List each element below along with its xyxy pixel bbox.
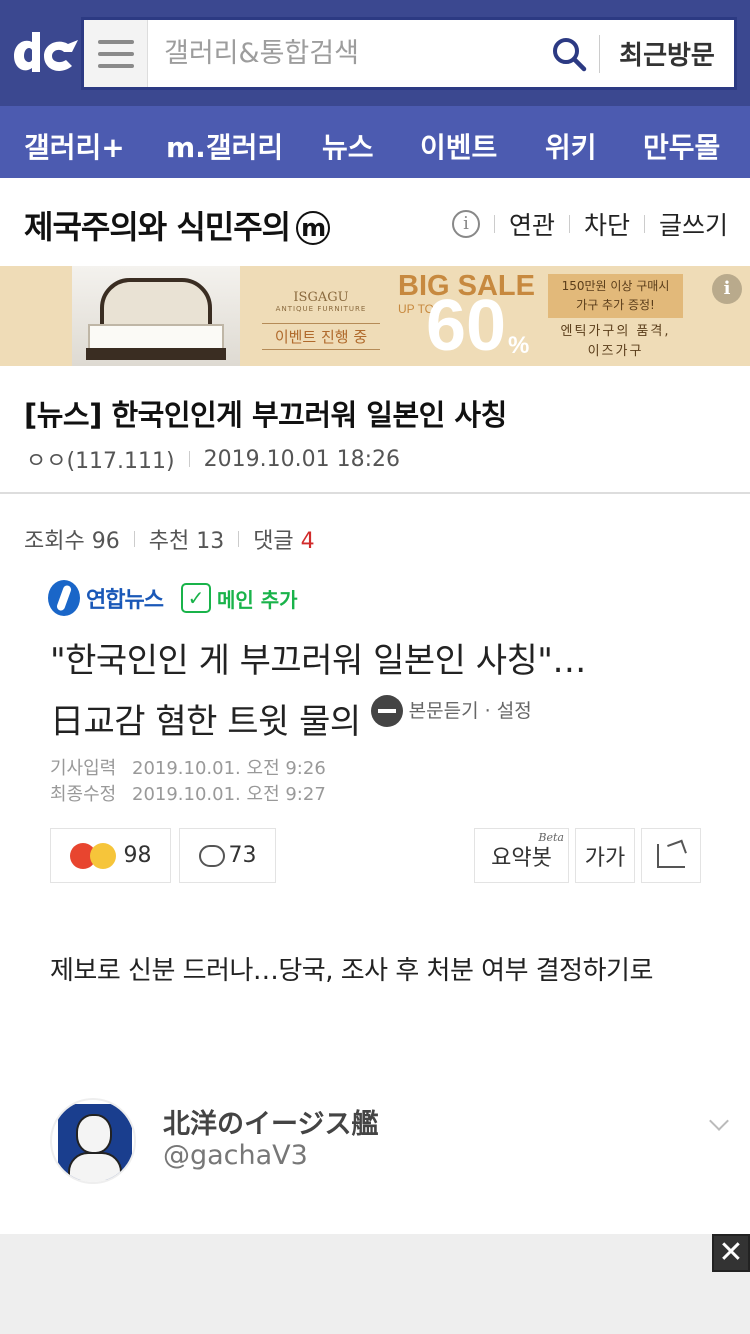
news-source-row: 연합뉴스 ✓ 메인 추가: [48, 580, 298, 616]
headline-line1: "한국인인 게 부끄러워 일본인 사칭"…: [50, 641, 586, 681]
divider: [133, 531, 135, 547]
nav-news[interactable]: 뉴스: [322, 126, 374, 166]
gallery-title[interactable]: 제국주의와 식민주의 m: [24, 202, 331, 248]
share-box: [641, 828, 701, 883]
divider: [568, 215, 570, 233]
news-headline: "한국인인 게 부끄러워 일본인 사칭"… 日교감 혐한 트윗 물의 본문듣기 ·…: [50, 636, 730, 747]
menu-button[interactable]: [84, 20, 148, 87]
nav-wiki[interactable]: 위키: [545, 126, 597, 166]
ad-promo-line1: 150만원 이상 구매시: [561, 279, 670, 293]
post-author[interactable]: ㅇㅇ(117.111): [26, 443, 175, 475]
nav-mandumall[interactable]: 만두몰: [643, 126, 720, 166]
ad-tagline1: 엔틱가구의 품격,: [560, 324, 671, 339]
nav-gallery-plus[interactable]: 갤러리+: [24, 126, 125, 166]
comment-box: 73: [179, 828, 276, 883]
comment-label: 댓글: [253, 529, 294, 554]
main-nav: 갤러리+ m.갤러리 뉴스 이벤트 위키 만두몰: [0, 106, 750, 178]
ad-brand: ISGAGU: [293, 290, 349, 305]
modified-date: 2019.10.01. 오전 9:27: [132, 784, 326, 805]
hamburger-icon: [97, 39, 134, 68]
divider: [0, 492, 750, 494]
ad-event-text: 이벤트 진행 중: [262, 323, 380, 350]
top-header: 최근방문: [0, 0, 750, 106]
news-subhead: 제보로 신분 드러나…당국, 조사 후 처분 여부 결정하기로: [50, 956, 653, 986]
font-size-label: 가가: [584, 845, 626, 871]
search-input[interactable]: [148, 20, 539, 87]
comment-count[interactable]: 댓글 4: [253, 523, 314, 555]
recommend-count: 추천 13: [148, 529, 225, 554]
yonhap-logo-icon: [48, 580, 80, 616]
ad-promo-line2: 가구 추가 증정!: [576, 298, 655, 312]
ad-promo: 150만원 이상 구매시 가구 추가 증정!: [548, 274, 683, 318]
close-ad-button[interactable]: ✕: [712, 1234, 750, 1272]
news-source: 연합뉴스: [86, 588, 164, 613]
post-title: [뉴스] 한국인인게 부끄러워 일본인 사칭: [24, 398, 507, 432]
comment-bubble-icon: [198, 844, 225, 867]
ad-tagline2: 이즈가구: [587, 344, 644, 359]
post-datetime: 2019.10.01 18:26: [203, 446, 400, 472]
summary-bot-label: 요약봇: [491, 845, 552, 871]
ad-percent: %: [508, 332, 530, 359]
block-button[interactable]: 차단: [584, 206, 630, 242]
input-date: 2019.10.01. 오전 9:26: [132, 758, 326, 779]
info-icon[interactable]: i: [451, 210, 480, 238]
comment-number: 4: [300, 529, 315, 554]
gallery-header: 제국주의와 식민주의 m i 연관 차단 글쓰기: [0, 178, 750, 266]
recent-visits-button[interactable]: 최근방문: [600, 35, 734, 72]
divider: [493, 215, 495, 233]
view-count: 조회수 96: [24, 529, 120, 554]
post-meta: ㅇㅇ(117.111) 2019.10.01 18:26: [26, 443, 400, 475]
summary-bot-box: 요약봇 Beta: [474, 828, 569, 883]
bottom-ad[interactable]: [0, 1234, 750, 1334]
search-icon[interactable]: [539, 20, 599, 87]
input-label: 기사입력: [50, 758, 117, 779]
nav-events[interactable]: 이벤트: [420, 126, 497, 166]
minor-gallery-badge: m: [296, 211, 331, 245]
divider: [238, 531, 240, 547]
font-size-box: 가가: [575, 828, 635, 883]
divider: [643, 215, 645, 233]
reaction-box: 98: [50, 828, 171, 883]
check-icon: ✓: [180, 583, 211, 613]
share-icon: [657, 843, 685, 868]
modified-label: 최종수정: [50, 784, 117, 805]
ad-info-icon[interactable]: i: [712, 274, 742, 304]
reaction-count: 98: [123, 843, 152, 868]
tweet-handle: @gachaV3: [163, 1140, 308, 1171]
gallery-actions: i 연관 차단 글쓰기: [451, 206, 728, 242]
chevron-down-icon: [709, 1111, 729, 1131]
news-dates: 기사입력 2019.10.01. 오전 9:26 최종수정 2019.10.01. …: [50, 756, 326, 808]
main-add-label: 메인 추가: [216, 587, 298, 612]
nav-m-gallery[interactable]: m.갤러리: [166, 126, 283, 166]
ad-tagline: 엔틱가구의 품격, 이즈가구: [548, 322, 683, 362]
smile-emoji-icon: [89, 842, 116, 869]
headline-line2: 日교감 혐한 트윗 물의: [50, 702, 361, 742]
dc-logo[interactable]: [10, 26, 78, 78]
bed-image: [72, 266, 240, 366]
divider: [188, 451, 190, 467]
tweet-avatar: [50, 1098, 136, 1184]
audio-icon: [370, 695, 403, 727]
beta-label: Beta: [538, 831, 564, 844]
news-comment-count: 73: [228, 843, 257, 868]
write-button[interactable]: 글쓰기: [659, 206, 728, 242]
main-add-button: ✓ 메인 추가: [180, 583, 298, 613]
gallery-title-text: 제국주의와 식민주의: [24, 208, 291, 246]
post-stats: 조회수 96 추천 13 댓글 4: [24, 523, 315, 555]
ad-banner[interactable]: ISGAGU ANTIQUE FURNITURE 이벤트 진행 중 BIG SA…: [0, 266, 750, 366]
listen-label: 본문듣기 · 설정: [408, 700, 532, 722]
ad-brand-sub: ANTIQUE FURNITURE: [275, 305, 367, 313]
listen-control: 본문듣기 · 설정: [370, 686, 532, 736]
search-box: 최근방문: [81, 17, 737, 90]
close-icon: ✕: [718, 1235, 744, 1270]
ad-brand-block: ISGAGU ANTIQUE FURNITURE 이벤트 진행 중: [262, 276, 380, 350]
tweet-name: 北洋のイージス艦: [163, 1109, 379, 1140]
ad-discount: 60: [426, 286, 507, 366]
related-button[interactable]: 연관: [509, 206, 555, 242]
